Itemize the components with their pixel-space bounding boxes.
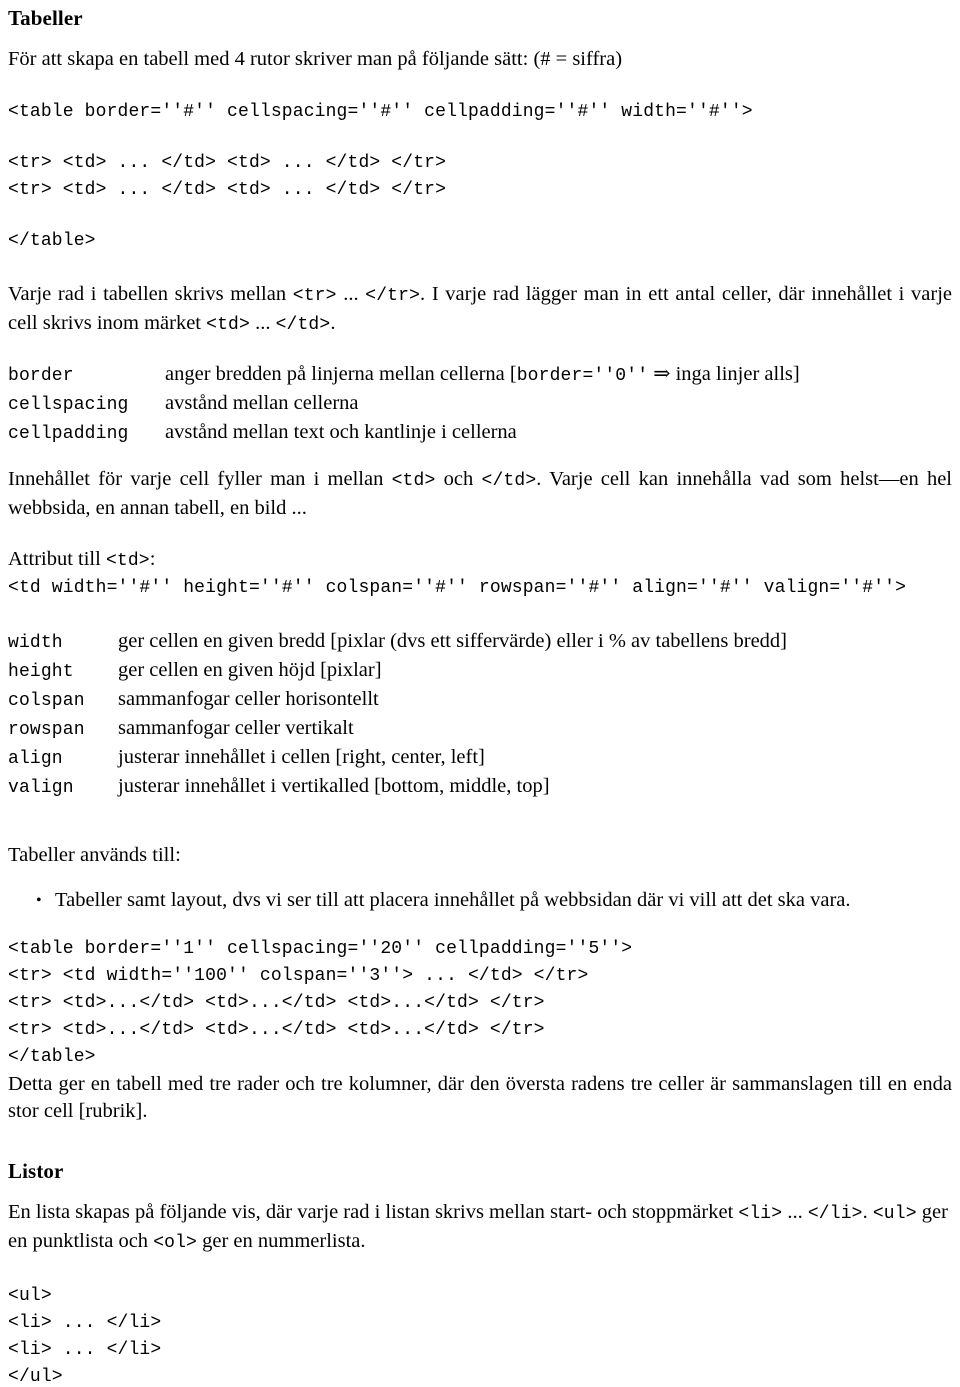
- code-table-close: </table>: [8, 231, 96, 251]
- listor-text-part-1: En lista skapas på följande vis, där var…: [8, 1201, 739, 1223]
- td-attr-key-rowspan: rowspan: [8, 720, 85, 740]
- rows-text-part-2: ...: [336, 283, 366, 305]
- bullet-icon: •: [36, 892, 42, 909]
- table-row: border anger bredden på linjerna mellan …: [8, 361, 800, 390]
- code-table-skeleton-open: <table border=''#'' cellspacing=''#'' ce…: [8, 102, 753, 122]
- inline-code-border-zero: border=''0'': [516, 366, 649, 386]
- inline-code-li-open: <li>: [738, 1204, 783, 1224]
- table-row: align justerar innehållet i cellen [righ…: [8, 744, 787, 773]
- td-attr-desc-valign: justerar innehållet i vertikalled [botto…: [118, 775, 550, 797]
- code-table-row-1: <tr> <td> ... </td> <td> ... </td> </tr>: [8, 153, 447, 173]
- listor-text-part-2: ...: [782, 1201, 808, 1223]
- attr-key-cellspacing: cellspacing: [8, 395, 129, 415]
- attr-desc-cellpadding: avstånd mellan text och kantlinje i cell…: [165, 421, 517, 443]
- listor-text-part-5: ger en nummerlista.: [197, 1230, 366, 1252]
- td-attr-key-width: width: [8, 633, 63, 653]
- code-td-attributes: <td width=''#'' height=''#'' colspan=''#…: [8, 578, 907, 598]
- td-attributes-list: width ger cellen en given bredd [pixlar …: [8, 628, 787, 802]
- table-row: height ger cellen en given höjd [pixlar]: [8, 657, 787, 686]
- table-row: valign justerar innehållet i vertikalled…: [8, 773, 787, 802]
- listor-intro-paragraph: En lista skapas på följande vis, där var…: [8, 1199, 952, 1257]
- example-explanation: Detta ger en tabell med tre rader och tr…: [8, 1073, 952, 1122]
- inline-code-td-label: <td>: [105, 551, 150, 571]
- section-heading-tabeller: Tabeller: [8, 6, 83, 30]
- table-row: cellspacing avstånd mellan cellerna: [8, 390, 800, 419]
- inline-code-tr-open: <tr>: [292, 286, 337, 306]
- list-item: • Tabeller samt layout, dvs vi ser till …: [8, 887, 952, 914]
- cells-text-part-1: Innehållet för varje cell fyller man i m…: [8, 468, 392, 490]
- inline-code-ul: <ul>: [872, 1204, 917, 1224]
- inline-code-tr-close: </tr>: [365, 286, 421, 306]
- usage-label: Tabeller används till:: [8, 844, 181, 866]
- table-row: colspan sammanfogar celler horisontellt: [8, 686, 787, 715]
- td-attr-desc-rowspan: sammanfogar celler vertikalt: [118, 717, 354, 739]
- td-attr-desc-height: ger cellen en given höjd [pixlar]: [118, 659, 382, 681]
- paragraph-rows-explanation: Varje rad i tabellen skrivs mellan <tr> …: [8, 281, 952, 339]
- td-attr-key-colspan: colspan: [8, 691, 85, 711]
- attribut-label-post: :: [149, 548, 156, 570]
- td-attr-desc-colspan: sammanfogar celler horisontellt: [118, 688, 379, 710]
- code-table-row-2: <tr> <td> ... </td> <td> ... </td> </tr>: [8, 180, 447, 200]
- rows-text-part-1: Varje rad i tabellen skrivs mellan: [8, 283, 293, 305]
- rows-text-part-4: ...: [249, 312, 276, 334]
- attribut-till-td-label: Attribut till <td>:: [8, 546, 952, 575]
- table-row: cellpadding avstånd mellan text och kant…: [8, 419, 800, 448]
- code-list-example: <ul> <li> ... </li> <li> ... </li> </ul>: [8, 1286, 162, 1387]
- inline-code-td-open-2: <td>: [391, 471, 436, 491]
- td-attr-desc-width: ger cellen en given bredd [pixlar (dvs e…: [118, 630, 788, 652]
- td-attr-key-align: align: [8, 749, 63, 769]
- table-row: width ger cellen en given bredd [pixlar …: [8, 628, 787, 657]
- attr-desc-border-pre: anger bredden på linjerna mellan cellern…: [165, 363, 517, 385]
- code-example-table: <table border=''1'' cellspacing=''20'' c…: [8, 939, 633, 1067]
- rows-text-part-5: .: [330, 312, 336, 334]
- table-row: rowspan sammanfogar celler vertikalt: [8, 715, 787, 744]
- inline-code-td-close-2: </td>: [481, 471, 537, 491]
- inline-code-li-close: </li>: [807, 1204, 863, 1224]
- listor-text-part-3: .: [862, 1201, 873, 1223]
- paragraph-cell-content: Innehållet för varje cell fyller man i m…: [8, 466, 952, 522]
- document-page: Tabeller För att skapa en tabell med 4 r…: [0, 0, 960, 1387]
- tabeller-intro-paragraph: För att skapa en tabell med 4 rutor skri…: [8, 48, 623, 70]
- attribut-label-pre: Attribut till: [8, 548, 106, 570]
- section-heading-listor: Listor: [8, 1159, 64, 1183]
- table-attributes-list: border anger bredden på linjerna mellan …: [8, 361, 800, 448]
- attr-desc-border-post: inga linjer alls]: [675, 363, 800, 385]
- implies-arrow-icon: ⇒: [648, 363, 676, 385]
- usage-bullet-text: Tabeller samt layout, dvs vi ser till at…: [55, 889, 851, 911]
- cells-text-part-2: och: [435, 468, 482, 490]
- inline-code-td-open: <td>: [206, 315, 250, 335]
- td-attr-key-height: height: [8, 662, 74, 682]
- inline-code-ol: <ol>: [153, 1233, 197, 1253]
- attr-desc-cellspacing: avstånd mellan cellerna: [165, 392, 359, 414]
- td-attr-key-valign: valign: [8, 778, 74, 798]
- attr-key-border: border: [8, 366, 74, 386]
- attr-desc-border: anger bredden på linjerna mellan cellern…: [165, 361, 800, 390]
- attr-key-cellpadding: cellpadding: [8, 424, 129, 444]
- td-attr-desc-align: justerar innehållet i cellen [right, cen…: [118, 746, 485, 768]
- inline-code-td-close: </td>: [275, 315, 331, 335]
- page-content: Tabeller För att skapa en tabell med 4 r…: [8, 6, 952, 1387]
- usage-bullet-list: • Tabeller samt layout, dvs vi ser till …: [8, 887, 952, 914]
